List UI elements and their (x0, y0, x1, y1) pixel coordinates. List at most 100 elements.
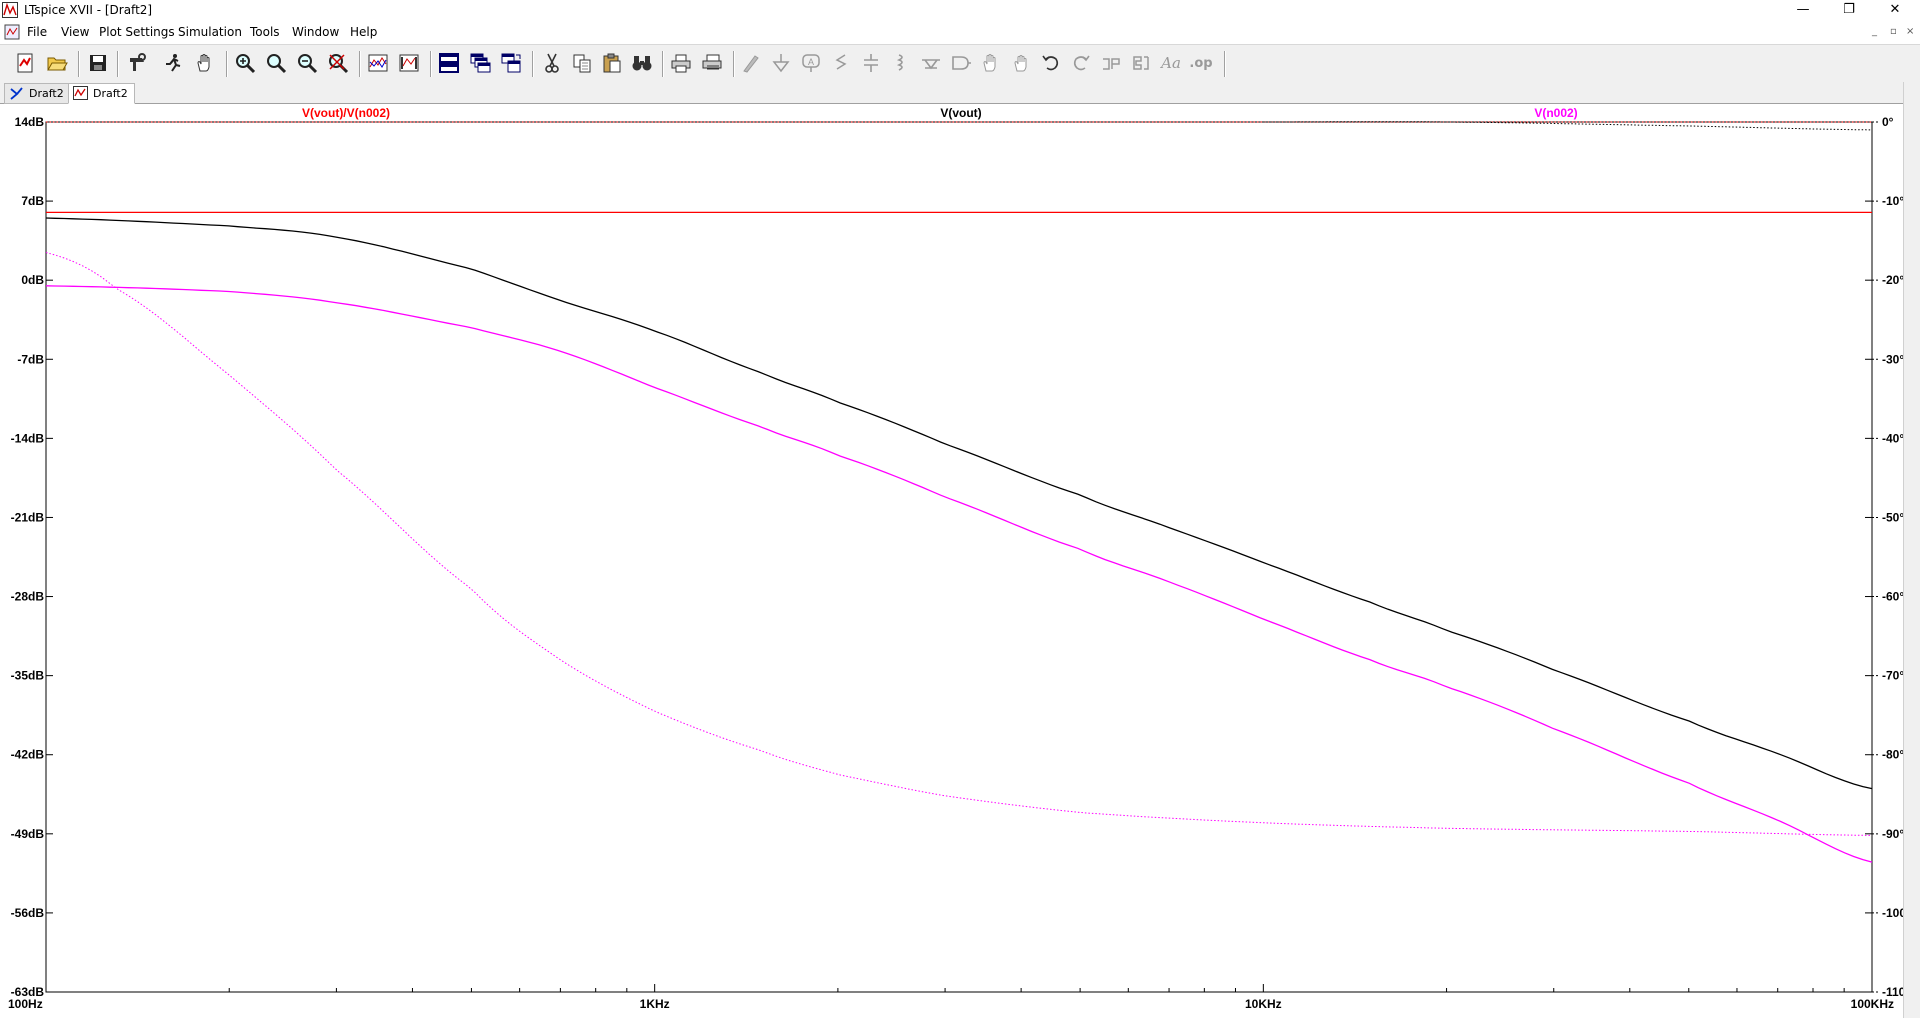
zoom-in-icon[interactable] (232, 50, 258, 76)
halt-icon[interactable] (192, 50, 218, 76)
copy-icon[interactable] (569, 50, 595, 76)
y-right-tick-label: -30° (1882, 352, 1904, 366)
menu-bar: File View Plot Settings Simulation Tools… (0, 20, 1920, 44)
trace-magnitude-v-n002[interactable] (45, 285, 1873, 863)
toolbar-separator (1224, 51, 1226, 77)
waveform-plot[interactable]: 14dB 7dB 0dB -7dB -14dB -21dB -28dB -35dB -42dB -… (0, 104, 1904, 1018)
toolbar-separator (430, 51, 432, 77)
tile-vertical-icon[interactable] (498, 50, 524, 76)
y-right-tick-label: 0° (1882, 115, 1894, 129)
mdi-restore-button[interactable]: ▫ (1890, 26, 1897, 37)
y-left-tick-label: 0dB (21, 273, 44, 287)
text-icon-glyph: Aa (1161, 54, 1181, 72)
trace-phase-v-vout[interactable] (1263, 121, 1872, 131)
toolbar-separator (662, 51, 664, 77)
mirror-icon[interactable] (1128, 50, 1154, 76)
menu-tools[interactable]: Tools (250, 25, 280, 39)
y-right-tick-label: -50° (1882, 510, 1904, 524)
y-left-tick-label: -42dB (11, 748, 45, 762)
menu-file[interactable]: File (27, 25, 47, 39)
minimize-button[interactable]: — (1780, 0, 1826, 20)
y-left-tick-label: 14dB (15, 115, 45, 129)
text-icon[interactable]: Aa (1158, 50, 1184, 76)
menu-help[interactable]: Help (350, 25, 377, 39)
schematic-icon (10, 87, 23, 100)
resistor-icon[interactable] (828, 50, 854, 76)
component-icon[interactable] (948, 50, 974, 76)
ltspice-app-icon[interactable] (2, 2, 18, 18)
y-right-tick-label: -70° (1882, 669, 1904, 683)
zoom-full-icon[interactable] (325, 50, 351, 76)
menu-simulation[interactable]: Simulation (178, 25, 242, 39)
close-button[interactable]: ✕ (1872, 0, 1918, 20)
y-right-tick-label: -40° (1882, 431, 1904, 445)
trace-phase-v-n002[interactable] (45, 252, 1873, 836)
y-left-tick-label: -35dB (11, 669, 45, 683)
y-left-tick-label: 7dB (21, 194, 44, 208)
svg-text:A: A (808, 57, 814, 67)
find-icon[interactable] (629, 50, 655, 76)
toolbar-separator (78, 51, 80, 77)
inductor-icon[interactable] (888, 50, 914, 76)
legend-label: V(vout) (940, 106, 981, 120)
tab-draft2-schematic[interactable]: Draft2 (4, 83, 71, 104)
toolbar: A Aa .op (0, 44, 1920, 83)
mdi-close-button[interactable]: × (1906, 26, 1914, 37)
toolbar-separator (733, 51, 735, 77)
zoom-out-icon[interactable] (294, 50, 320, 76)
toolbar-separator (226, 51, 228, 77)
save-icon[interactable] (85, 50, 111, 76)
y-right-tick-label: -100° (1882, 906, 1904, 920)
tab-label: Draft2 (93, 87, 128, 100)
mdi-minimize-button[interactable]: _ (1872, 26, 1877, 37)
toolbar-separator (117, 51, 119, 77)
menu-view[interactable]: View (61, 25, 89, 39)
y-left-tick-label: -14dB (11, 431, 45, 445)
y-left-tick-label: -28dB (11, 590, 45, 604)
y-right-tick-label: -80° (1882, 748, 1904, 762)
new-schematic-icon[interactable] (12, 50, 38, 76)
run-icon[interactable] (160, 50, 186, 76)
spice-directive-icon[interactable]: .op (1188, 50, 1214, 76)
trace-magnitude-v-vout[interactable] (45, 217, 1873, 790)
drag-icon[interactable] (1008, 50, 1034, 76)
y-right-tick-label: -90° (1882, 827, 1904, 841)
print-icon[interactable] (668, 50, 694, 76)
tile-horizontal-icon[interactable] (436, 50, 462, 76)
rotate-icon[interactable] (1098, 50, 1124, 76)
toolbar-separator (532, 51, 534, 77)
label-net-icon[interactable]: A (798, 50, 824, 76)
y-right-tick-label: -20° (1882, 273, 1904, 287)
waveform-plot-pane[interactable]: 14dB 7dB 0dB -7dB -14dB -21dB -28dB -35dB -42dB -… (0, 104, 1920, 1018)
menu-plot-settings[interactable]: Plot Settings (99, 25, 175, 39)
print-preview-icon[interactable] (699, 50, 725, 76)
y-left-tick-label: -21dB (11, 510, 45, 524)
window-title: LTspice XVII - [Draft2] (24, 3, 153, 17)
zoom-area-icon[interactable] (263, 50, 289, 76)
autorange-icon[interactable] (365, 50, 391, 76)
toolbar-separator (359, 51, 361, 77)
pick-visible-traces-icon[interactable] (396, 50, 422, 76)
title-bar: LTspice XVII - [Draft2] — ❐ ✕ (0, 0, 1920, 20)
ground-icon[interactable] (768, 50, 794, 76)
y-right-tick-label: -10° (1882, 194, 1904, 208)
menu-window[interactable]: Window (292, 25, 339, 39)
undo-icon[interactable] (1038, 50, 1064, 76)
restore-button[interactable]: ❐ (1826, 0, 1872, 20)
cut-icon[interactable] (539, 50, 565, 76)
plot-frame (45, 121, 1873, 993)
legend-label: V(vout)/V(n002) (302, 106, 390, 120)
redo-icon[interactable] (1068, 50, 1094, 76)
wire-icon[interactable] (738, 50, 764, 76)
tab-draft2-waveform[interactable]: Draft2 (68, 83, 135, 104)
open-icon[interactable] (44, 50, 70, 76)
move-icon[interactable] (978, 50, 1004, 76)
control-panel-icon[interactable] (124, 50, 150, 76)
diode-icon[interactable] (918, 50, 944, 76)
capacitor-icon[interactable] (858, 50, 884, 76)
paste-icon[interactable] (599, 50, 625, 76)
document-icon[interactable] (4, 24, 20, 40)
x-tick-label: 100Hz (8, 997, 43, 1011)
vertical-scrollbar[interactable] (1903, 82, 1920, 1018)
cascade-icon[interactable] (467, 50, 493, 76)
